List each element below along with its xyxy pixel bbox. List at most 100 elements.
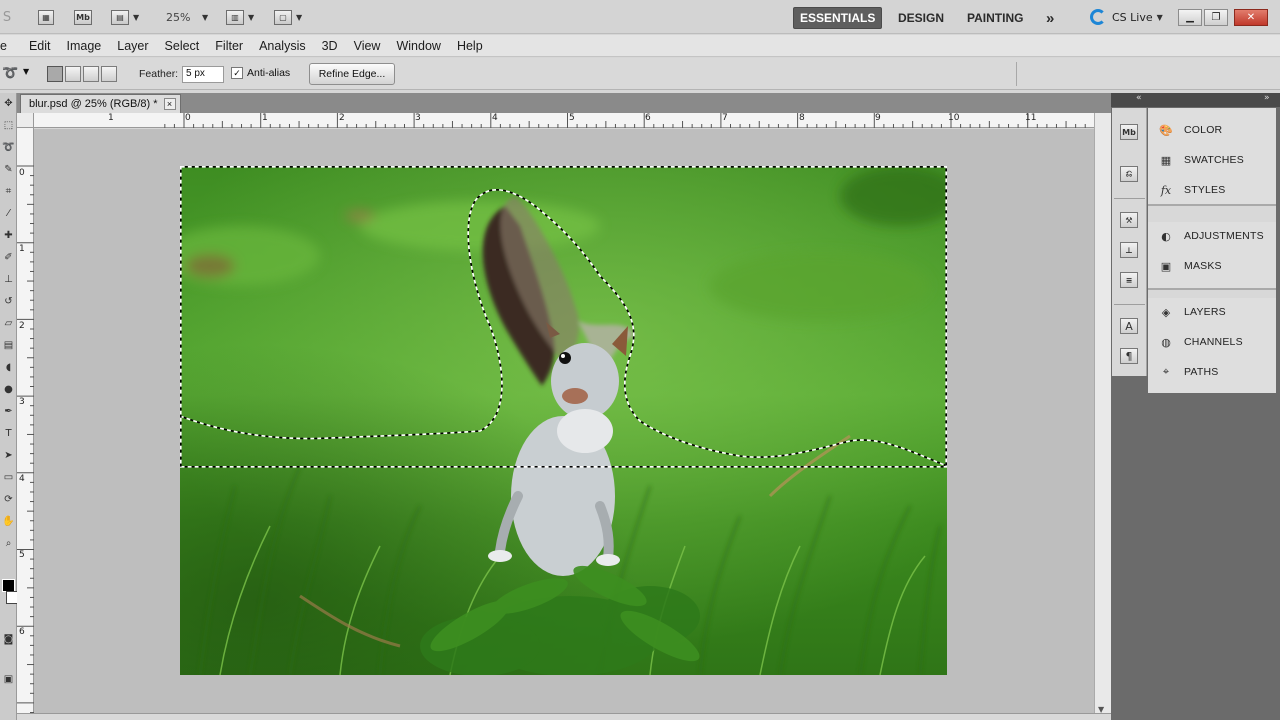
ruler-label: 1 (262, 113, 268, 123)
mini-bridge-icon[interactable]: Mb (74, 8, 92, 26)
blur-tool-icon[interactable]: ◖ (2, 361, 15, 374)
ruler-origin[interactable] (17, 113, 34, 128)
options-divider (1016, 62, 1017, 86)
menu-file[interactable]: e (0, 39, 21, 53)
close-icon: ✕ (1246, 12, 1256, 23)
brush-presets-panel-icon[interactable]: ⚒ (1120, 212, 1138, 228)
tool-presets-panel-icon[interactable]: ≡ (1120, 272, 1138, 288)
paragraph-panel-icon[interactable]: ¶ (1120, 348, 1138, 364)
history-brush-tool-icon[interactable]: ↺ (2, 295, 15, 308)
restore-button[interactable]: ❐ (1204, 9, 1228, 26)
lasso-tool-icon[interactable]: ➰ (2, 141, 15, 154)
minimize-icon: ▁ (1186, 12, 1194, 23)
gradient-tool-icon[interactable]: ▤ (2, 339, 15, 352)
menu-filter[interactable]: Filter (207, 39, 251, 53)
history-panel-icon[interactable]: ⎌ (1120, 166, 1138, 182)
clone-stamp-tool-icon[interactable]: ⊥ (2, 273, 15, 286)
hand-tool-icon[interactable]: ✋ (2, 515, 15, 528)
dodge-tool-icon[interactable]: ● (2, 383, 15, 396)
chevron-down-icon[interactable]: ▼ (23, 67, 29, 76)
screen-mode-button[interactable]: ▢ ▼ (274, 8, 302, 26)
arrange-documents-button[interactable]: ▥ ▼ (226, 8, 254, 26)
subtract-from-selection-button[interactable] (83, 66, 99, 82)
swatches-panel-tab[interactable]: ▦ SWATCHES (1148, 146, 1276, 174)
ruler-label: 5 (19, 550, 25, 560)
feather-label: Feather: (139, 68, 179, 80)
collapse-panels-icon[interactable]: « (1136, 93, 1142, 103)
more-workspaces-button[interactable]: » (1040, 7, 1060, 29)
close-button[interactable]: ✕ (1234, 9, 1268, 26)
menu-window[interactable]: Window (388, 39, 448, 53)
workspace-painting[interactable]: PAINTING (961, 7, 1029, 29)
channels-panel-tab[interactable]: ◍ CHANNELS (1148, 328, 1276, 356)
menu-edit[interactable]: Edit (21, 39, 59, 53)
styles-panel-tab[interactable]: fx STYLES (1148, 176, 1276, 204)
cs-live-button[interactable]: CS Live ▼ (1090, 9, 1163, 25)
workspace-design[interactable]: DESIGN (892, 7, 950, 29)
menu-select[interactable]: Select (157, 39, 208, 53)
menu-view[interactable]: View (346, 39, 389, 53)
panel-group-layers: ◈ LAYERS ◍ CHANNELS ⌖ PATHS (1148, 298, 1276, 393)
healing-brush-tool-icon[interactable]: ✚ (2, 229, 15, 242)
path-selection-tool-icon[interactable]: ➤ (2, 449, 15, 462)
vertical-ruler[interactable]: 0 1 2 3 4 5 6 (17, 128, 34, 715)
refine-edge-button[interactable]: Refine Edge... (309, 63, 395, 85)
view-extras-button[interactable]: ▤ ▼ (111, 8, 139, 26)
menu-3d[interactable]: 3D (314, 39, 346, 53)
type-tool-icon[interactable]: T (2, 427, 15, 440)
adjustments-panel-tab[interactable]: ◐ ADJUSTMENTS (1148, 222, 1276, 250)
zoom-tool-icon[interactable]: ⌕ (2, 537, 15, 550)
bridge-browse-icon[interactable]: ▦ (38, 8, 54, 26)
menu-image[interactable]: Image (59, 39, 110, 53)
mini-bridge-panel-icon[interactable]: Mb (1120, 124, 1138, 140)
close-document-icon[interactable]: × (163, 98, 176, 110)
new-selection-button[interactable] (47, 66, 63, 82)
zoom-dropdown-button[interactable]: ▼ (198, 8, 208, 26)
panel-label: LAYERS (1184, 306, 1226, 318)
photoshop-window: S ▦ Mb ▤ ▼ 25% ▼ ▥ ▼ ▢ ▼ ESSENTIALS DESIGN … (0, 0, 1280, 720)
layers-panel-tab[interactable]: ◈ LAYERS (1148, 298, 1276, 326)
expand-panels-icon[interactable]: » (1264, 93, 1270, 103)
brush-tool-icon[interactable]: ✐ (2, 251, 15, 264)
vertical-scrollbar[interactable]: ▼ (1094, 113, 1111, 715)
move-tool-icon[interactable]: ✥ (2, 97, 15, 110)
horizontal-ruler[interactable]: 1 0 1 2 3 4 5 6 7 8 9 10 11 (34, 113, 1094, 128)
marquee-tool-icon[interactable]: ⬚ (2, 119, 15, 132)
anti-alias-checkbox[interactable]: ✓ Anti-alias (231, 67, 290, 79)
menu-analysis[interactable]: Analysis (251, 39, 314, 53)
menu-help[interactable]: Help (449, 39, 491, 53)
pen-tool-icon[interactable]: ✒ (2, 405, 15, 418)
document-canvas-image[interactable] (180, 166, 947, 675)
zoom-level-readout[interactable]: 25% (166, 11, 190, 24)
tools-panel: ✥ ⬚ ➰ ✎ ⌗ ⁄ ✚ ✐ ⊥ ↺ ▱ ▤ ◖ ● ✒ T ➤ ▭ ⟳ ✋ … (0, 93, 19, 720)
panel-dock-header[interactable]: « » (1111, 93, 1280, 107)
eraser-tool-icon[interactable]: ▱ (2, 317, 15, 330)
screen-mode-icon[interactable]: ▣ (2, 673, 15, 686)
document-tab[interactable]: blur.psd @ 25% (RGB/8) * × (20, 94, 181, 113)
ruler-label: 9 (875, 113, 881, 123)
clone-source-panel-icon[interactable]: ⊥ (1120, 242, 1138, 258)
shape-tool-icon[interactable]: ▭ (2, 471, 15, 484)
crop-tool-icon[interactable]: ⌗ (2, 185, 15, 198)
color-panel-tab[interactable]: 🎨 COLOR (1148, 116, 1276, 144)
workspace-essentials[interactable]: ESSENTIALS (793, 7, 883, 29)
minimize-button[interactable]: ▁ (1178, 9, 1202, 26)
ruler-label: 0 (19, 168, 25, 178)
quick-selection-tool-icon[interactable]: ✎ (2, 163, 15, 176)
intersect-selection-button[interactable] (101, 66, 117, 82)
add-to-selection-button[interactable] (65, 66, 81, 82)
3d-rotate-tool-icon[interactable]: ⟳ (2, 493, 15, 506)
character-panel-icon[interactable]: A (1120, 318, 1138, 334)
paths-panel-tab[interactable]: ⌖ PATHS (1148, 358, 1276, 386)
feather-field[interactable]: 5 px (182, 66, 224, 83)
lasso-tool-preset-icon[interactable]: ➰ (2, 66, 18, 81)
ruler-label: 1 (19, 244, 25, 254)
quick-mask-icon[interactable]: ◙ (2, 633, 15, 646)
chevron-down-icon: ▼ (296, 12, 303, 22)
masks-panel-tab[interactable]: ▣ MASKS (1148, 252, 1276, 280)
menu-layer[interactable]: Layer (109, 39, 156, 53)
ruler-label: 5 (569, 113, 575, 123)
ruler-label: 6 (19, 627, 25, 637)
eyedropper-tool-icon[interactable]: ⁄ (2, 207, 15, 220)
layers-stack-icon: ◈ (1161, 305, 1171, 319)
